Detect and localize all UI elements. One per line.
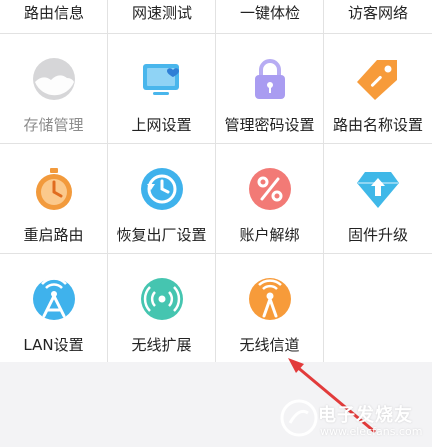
watermark-logo-icon <box>280 399 318 437</box>
watermark-url: www.elecfans.com <box>320 425 423 438</box>
watermark: 电子发烧友 www.elecfans.com <box>276 395 426 445</box>
annotation-arrow <box>288 358 376 434</box>
watermark-title: 电子发烧友 <box>318 405 413 426</box>
